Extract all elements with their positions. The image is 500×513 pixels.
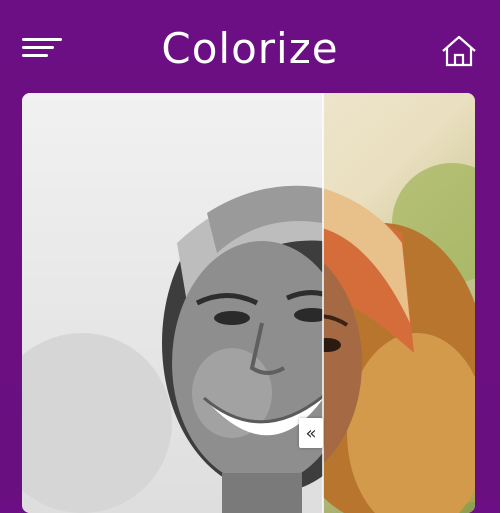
home-icon[interactable] (440, 34, 478, 68)
app-title: Colorize (161, 24, 339, 73)
photo (22, 93, 475, 513)
compare-divider[interactable] (322, 93, 324, 513)
compare-handle-button[interactable]: « (299, 418, 323, 448)
photo-comparison[interactable]: « (22, 93, 475, 513)
app-header: Colorize (0, 0, 500, 92)
double-chevron-left-icon: « (305, 422, 317, 444)
